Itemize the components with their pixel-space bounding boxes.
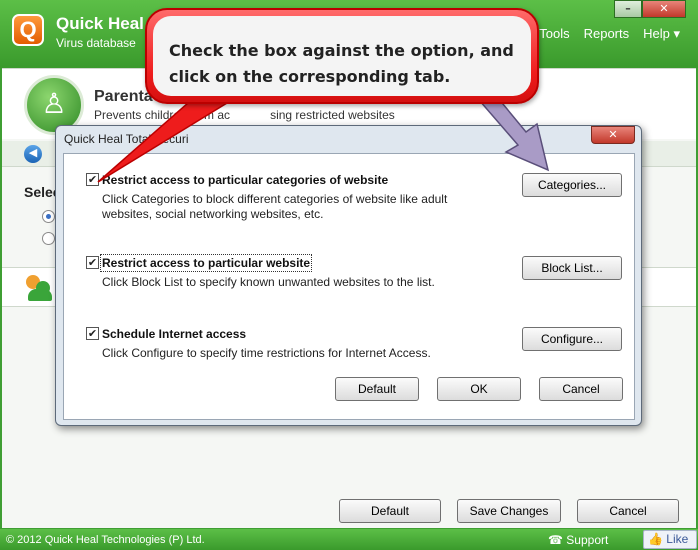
- thumbs-up-icon: 👍: [648, 532, 663, 546]
- dialog-close-button[interactable]: ✕: [591, 126, 635, 144]
- total-security-dialog: Quick Heal Total Securi ✕ ✔ Restrict acc…: [55, 125, 642, 426]
- quick-heal-logo-icon: Q: [12, 14, 44, 46]
- block-list-button[interactable]: Block List...: [522, 256, 622, 280]
- window-controls: – ✕: [614, 0, 686, 18]
- dialog-default-button[interactable]: Default: [335, 377, 419, 401]
- status-footer: © 2012 Quick Heal Technologies (P) Ltd. …: [0, 529, 698, 550]
- dialog-body: ✔ Restrict access to particular categori…: [63, 153, 635, 420]
- menu-tools[interactable]: Tools: [539, 26, 569, 42]
- app-name: Quick Heal: [56, 14, 144, 33]
- menu-help[interactable]: Help ▾: [643, 26, 680, 42]
- default-button[interactable]: Default: [339, 499, 441, 523]
- minimize-button[interactable]: –: [614, 0, 642, 18]
- block-list-option-label: Restrict access to particular website: [99, 254, 313, 272]
- dialog-title: Quick Heal Total Securi: [64, 132, 189, 146]
- users-icon: [24, 273, 54, 303]
- cancel-button[interactable]: Cancel: [577, 499, 679, 523]
- schedule-checkbox[interactable]: ✔: [86, 327, 99, 340]
- configure-button[interactable]: Configure...: [522, 327, 622, 351]
- dialog-ok-button[interactable]: OK: [437, 377, 521, 401]
- dialog-cancel-button[interactable]: Cancel: [539, 377, 623, 401]
- support-link[interactable]: ☎ Support: [548, 533, 608, 547]
- radio-option-2[interactable]: [42, 232, 55, 245]
- callout-text: Check the box against the option, and cl…: [169, 41, 514, 86]
- block-list-checkbox[interactable]: ✔: [86, 256, 99, 269]
- instruction-callout: Check the box against the option, and cl…: [145, 8, 539, 104]
- like-button[interactable]: 👍 Like: [643, 530, 697, 549]
- categories-option-description: Click Categories to block different cate…: [102, 192, 448, 221]
- virus-database-label: Virus database: [56, 36, 136, 50]
- block-list-option-description: Click Block List to specify known unwant…: [102, 275, 435, 289]
- categories-checkbox[interactable]: ✔: [86, 173, 99, 186]
- schedule-option-label: Schedule Internet access: [102, 327, 247, 341]
- menu-reports[interactable]: Reports: [584, 26, 630, 42]
- categories-option-label: Restrict access to particular categories…: [102, 173, 389, 187]
- back-arrow-icon[interactable]: ◀: [24, 145, 42, 163]
- copyright-text: © 2012 Quick Heal Technologies (P) Ltd.: [6, 534, 205, 546]
- page-subtitle: Prevents children from ac sing restricted…: [94, 108, 395, 122]
- page-title: Parenta: [94, 88, 153, 105]
- bottom-button-bar: Default Save Changes Cancel: [2, 489, 696, 529]
- phone-icon: ☎: [548, 533, 563, 547]
- radio-option-1[interactable]: [42, 210, 55, 223]
- close-button[interactable]: ✕: [642, 0, 686, 18]
- save-changes-button[interactable]: Save Changes: [457, 499, 561, 523]
- categories-button[interactable]: Categories...: [522, 173, 622, 197]
- schedule-option-description: Click Configure to specify time restrict…: [102, 346, 431, 360]
- top-menu: Tools Reports Help ▾: [539, 26, 680, 42]
